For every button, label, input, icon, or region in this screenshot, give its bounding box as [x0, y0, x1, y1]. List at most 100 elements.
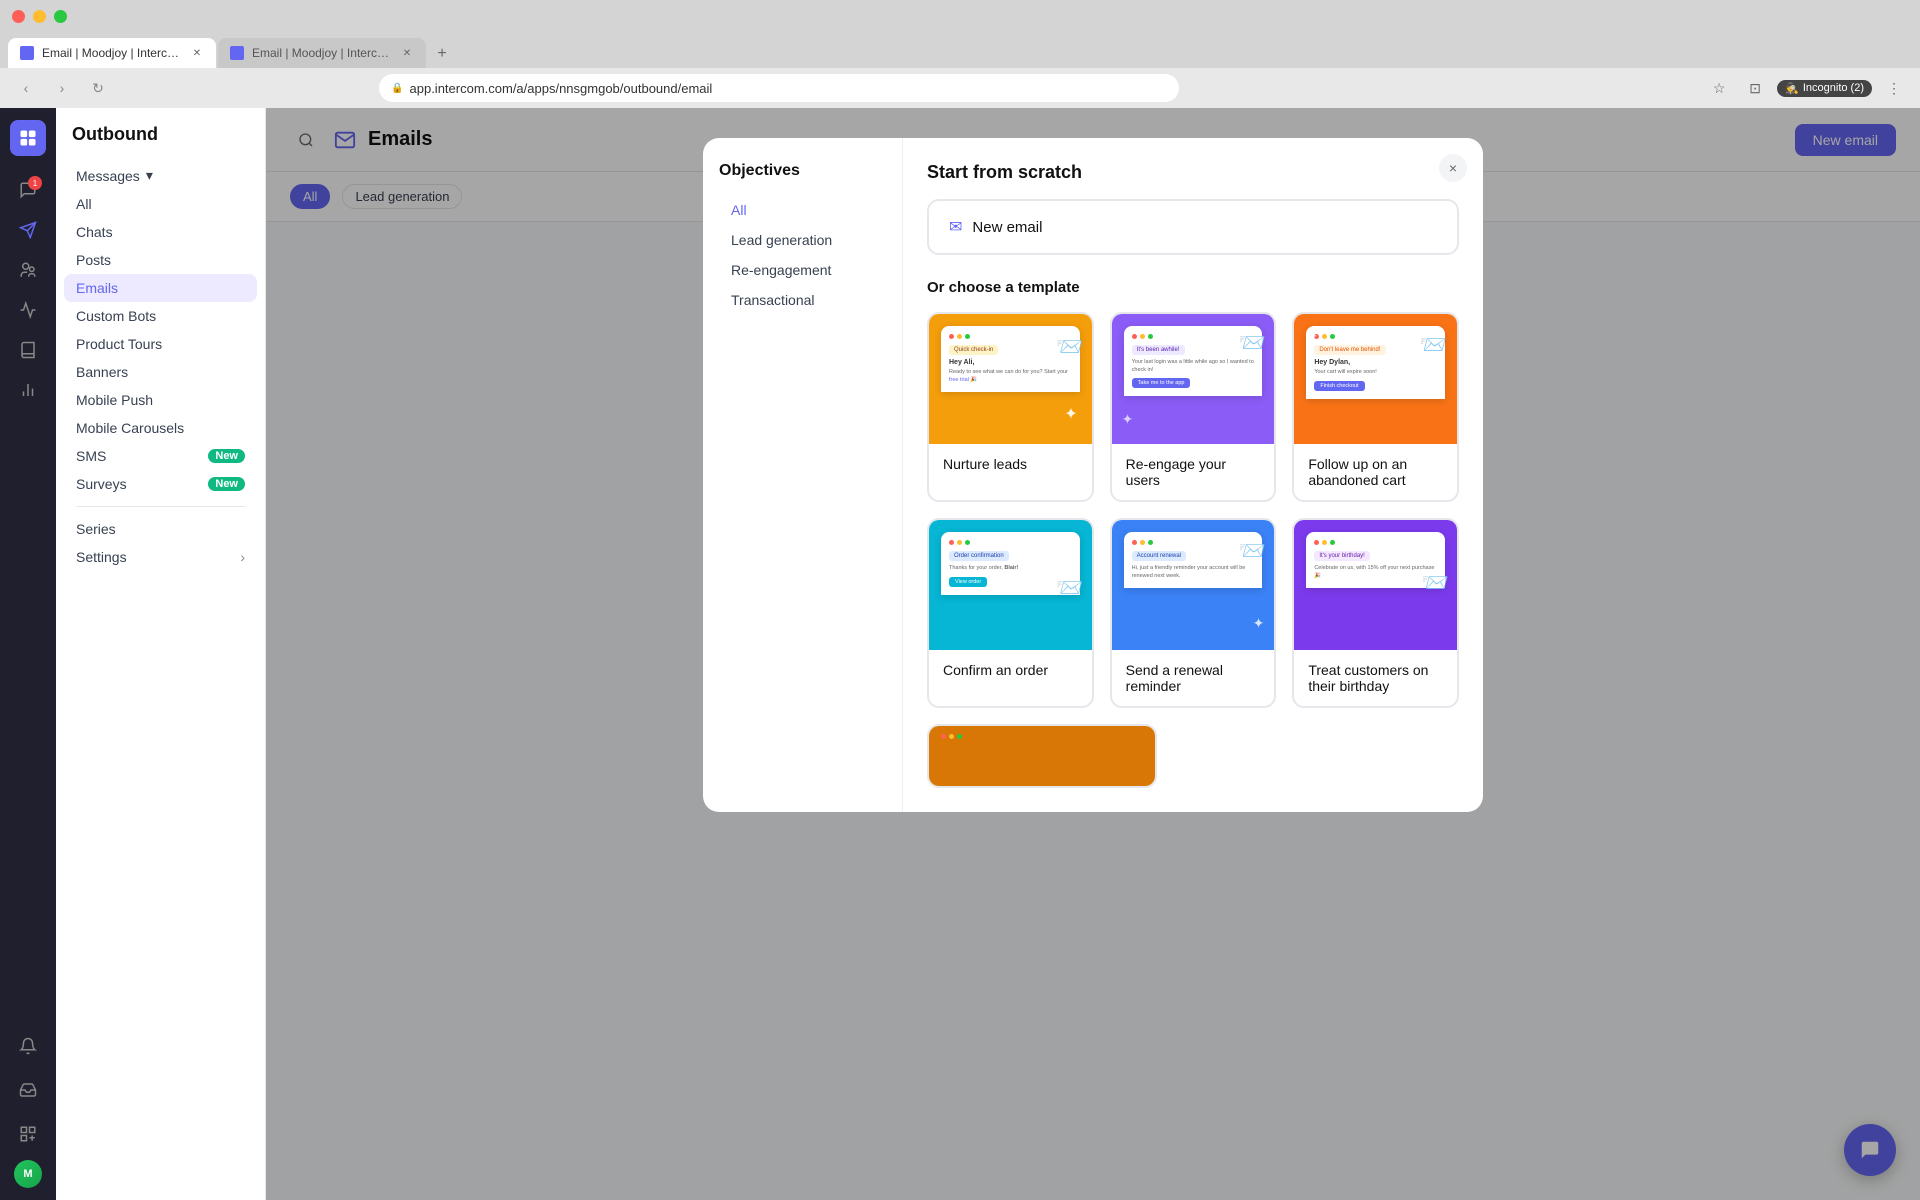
sidebar-item-mobile-carousels[interactable]: Mobile Carousels — [64, 414, 257, 442]
nav-icon-inbox[interactable] — [10, 1072, 46, 1108]
sidebar-custom-bots-label: Custom Bots — [76, 308, 156, 324]
new-email-card-label: New email — [972, 219, 1042, 236]
nav-icon-book[interactable] — [10, 332, 46, 368]
new-email-card[interactable]: ✉ New email — [927, 199, 1459, 255]
modal-body: × Start from scratch ✉ New email Or choo… — [903, 138, 1483, 812]
sidebar-item-sms[interactable]: SMS New — [64, 442, 257, 470]
nav-back[interactable]: ‹ — [12, 74, 40, 102]
sidebar-item-all[interactable]: All — [64, 190, 257, 218]
modal: Objectives All Lead generation Re-engage… — [703, 138, 1483, 812]
template-birthday-preview: It's your birthday! Celebrate on us, wit… — [1294, 520, 1457, 650]
nav-reload[interactable]: ↻ — [84, 74, 112, 102]
sidebar-item-mobile-push[interactable]: Mobile Push — [64, 386, 257, 414]
incognito-badge: 🕵 Incognito (2) — [1777, 80, 1872, 97]
modal-obj-all[interactable]: All — [719, 196, 886, 224]
user-avatar[interactable]: M — [14, 1160, 42, 1188]
browser-tab-2[interactable]: Email | Moodjoy | Intercom ✕ — [218, 38, 426, 68]
icon-nav-bottom: M — [10, 1028, 46, 1188]
sidebar-section: Messages ▾ All Chats Posts Emails Custom… — [56, 161, 265, 571]
sidebar-banners-label: Banners — [76, 364, 128, 380]
tab2-title: Email | Moodjoy | Intercom — [252, 46, 392, 60]
template-birthday[interactable]: It's your birthday! Celebrate on us, wit… — [1292, 518, 1459, 708]
sidebar-item-emails[interactable]: Emails — [64, 274, 257, 302]
sidebar-mobile-carousels-label: Mobile Carousels — [76, 420, 184, 436]
template-renewal-preview: Account renewal Hi, just a friendly remi… — [1112, 520, 1275, 650]
tab2-favicon — [230, 46, 244, 60]
settings-chevron-icon: › — [240, 549, 245, 565]
menu-icon[interactable]: ⋮ — [1880, 74, 1908, 102]
sidebar-header: Outbound — [56, 124, 265, 161]
sidebar-settings-label: Settings — [76, 549, 127, 565]
nav-icon-bar-chart[interactable] — [10, 372, 46, 408]
template-renewal-label: Send a renewal reminder — [1112, 650, 1275, 706]
nav-icon-bell[interactable] — [10, 1028, 46, 1064]
dot-green[interactable] — [54, 10, 67, 23]
nav-icon-apps[interactable] — [10, 1116, 46, 1152]
messages-label: Messages — [76, 168, 140, 184]
sidebar-messages-header[interactable]: Messages ▾ — [64, 161, 257, 190]
sidebar-all-label: All — [76, 196, 92, 212]
template-confirm-order[interactable]: Order confirmation Thanks for your order… — [927, 518, 1094, 708]
chevron-down-icon: ▾ — [146, 167, 153, 184]
template-abandoned-cart[interactable]: Don't leave me behind! Hey Dylan, Your c… — [1292, 312, 1459, 502]
template-renewal[interactable]: Account renewal Hi, just a friendly remi… — [1110, 518, 1277, 708]
browser-right-icons: ☆ ⊡ 🕵 Incognito (2) ⋮ — [1705, 74, 1908, 102]
sidebar-item-custom-bots[interactable]: Custom Bots — [64, 302, 257, 330]
tab1-favicon — [20, 46, 34, 60]
sidebar-item-banners[interactable]: Banners — [64, 358, 257, 386]
sidebar-emails-label: Emails — [76, 280, 118, 296]
sidebar-chats-label: Chats — [76, 224, 113, 240]
sidebar-item-series[interactable]: Series — [64, 515, 257, 543]
lock-icon: 🔒 — [391, 83, 403, 94]
app-logo[interactable] — [10, 120, 46, 156]
tab1-close[interactable]: ✕ — [190, 46, 204, 60]
sidebar-sms-label: SMS — [76, 448, 106, 464]
templates-grid: Quick check-in Hey Ali, Ready to see wha… — [927, 312, 1459, 708]
browser-tabs-bar: Email | Moodjoy | Intercom ✕ Email | Moo… — [0, 32, 1920, 68]
app-layout: 1 M Outboun — [0, 108, 1920, 1200]
tab1-title: Email | Moodjoy | Intercom — [42, 46, 182, 60]
nav-forward[interactable]: › — [48, 74, 76, 102]
sidebar-divider — [76, 506, 245, 507]
bookmark-icon[interactable]: ☆ — [1705, 74, 1733, 102]
dot-red[interactable] — [12, 10, 25, 23]
sidebar-posts-label: Posts — [76, 252, 111, 268]
modal-close-button[interactable]: × — [1439, 154, 1467, 182]
template-abandoned-cart-label: Follow up on an abandoned cart — [1294, 444, 1457, 500]
new-tab-button[interactable]: + — [428, 40, 456, 68]
template-re-engage-label: Re-engage your users — [1112, 444, 1275, 500]
sidebar-item-surveys[interactable]: Surveys New — [64, 470, 257, 498]
nav-icon-outbound[interactable] — [10, 212, 46, 248]
nav-icon-chat[interactable]: 1 — [10, 172, 46, 208]
nav-icon-people[interactable] — [10, 252, 46, 288]
sidebar-item-settings[interactable]: Settings › — [64, 543, 257, 571]
nav-icon-reports[interactable] — [10, 292, 46, 328]
template-birthday-label: Treat customers on their birthday — [1294, 650, 1457, 706]
modal-obj-transactional[interactable]: Transactional — [719, 286, 886, 314]
template-nurture-leads[interactable]: Quick check-in Hey Ali, Ready to see wha… — [927, 312, 1094, 502]
sidebar-item-chats[interactable]: Chats — [64, 218, 257, 246]
dot-yellow[interactable] — [33, 10, 46, 23]
modal-objectives-title: Objectives — [719, 162, 886, 180]
split-screen-icon[interactable]: ⊡ — [1741, 74, 1769, 102]
main-content: Emails New email All Lead generation Obj… — [266, 108, 1920, 1200]
incognito-label: Incognito (2) — [1803, 82, 1864, 94]
sidebar-series-label: Series — [76, 521, 116, 537]
modal-obj-reengagement[interactable]: Re-engagement — [719, 256, 886, 284]
template-section-title: Or choose a template — [927, 279, 1459, 296]
sidebar-item-product-tours[interactable]: Product Tours — [64, 330, 257, 358]
surveys-new-badge: New — [208, 477, 245, 491]
sidebar-surveys-label: Surveys — [76, 476, 127, 492]
template-partial-bottom[interactable] — [927, 724, 1157, 788]
tab2-close[interactable]: ✕ — [400, 46, 414, 60]
url-bar[interactable]: 🔒 app.intercom.com/a/apps/nnsgmgob/outbo… — [379, 74, 1179, 102]
template-confirm-order-preview: Order confirmation Thanks for your order… — [929, 520, 1092, 650]
browser-tab-1[interactable]: Email | Moodjoy | Intercom ✕ — [8, 38, 216, 68]
template-re-engage-preview: It's been awhile! Your last login was a … — [1112, 314, 1275, 444]
sidebar: Outbound Messages ▾ All Chats Posts Emai… — [56, 108, 266, 1200]
sidebar-item-posts[interactable]: Posts — [64, 246, 257, 274]
url-text: app.intercom.com/a/apps/nnsgmgob/outboun… — [410, 81, 713, 96]
template-re-engage[interactable]: It's been awhile! Your last login was a … — [1110, 312, 1277, 502]
icon-nav: 1 M — [0, 108, 56, 1200]
modal-obj-lead[interactable]: Lead generation — [719, 226, 886, 254]
